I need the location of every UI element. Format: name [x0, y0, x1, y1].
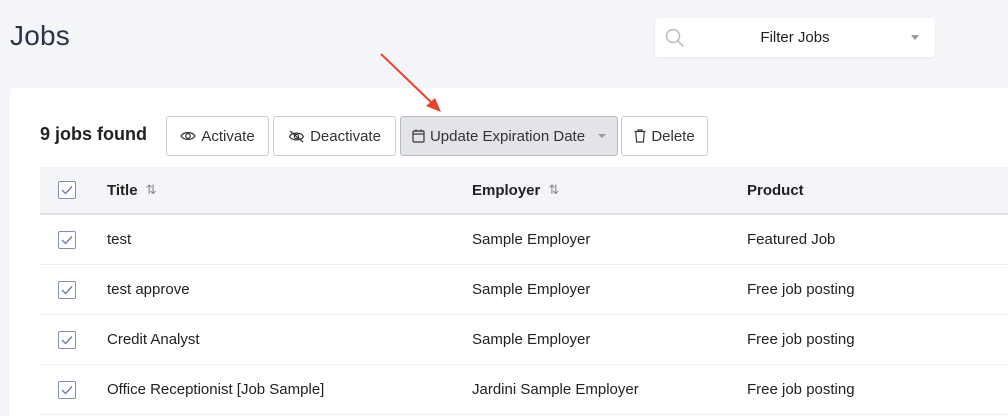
column-header-title-label: Title — [107, 181, 138, 199]
row-checkbox-cell — [58, 265, 76, 314]
job-title-cell[interactable]: test — [107, 215, 131, 264]
update-expiration-date-button[interactable]: Update Expiration Date — [400, 116, 618, 156]
column-header-product-label: Product — [747, 181, 804, 199]
product-cell: Featured Job — [747, 231, 836, 248]
table-row[interactable]: Credit Analyst Sample Employer Free job … — [40, 315, 1008, 365]
row-checkbox[interactable] — [58, 380, 76, 399]
deactivate-label: Deactivate — [310, 127, 381, 145]
column-header-employer-label: Employer — [472, 181, 541, 199]
job-title-cell[interactable]: Office Receptionist [Job Sample] — [107, 365, 324, 414]
filter-jobs-label: Filter Jobs — [760, 29, 830, 46]
table-row[interactable]: Office Receptionist [Job Sample] Jardini… — [40, 365, 1008, 415]
eye-icon — [180, 132, 196, 140]
update-expiration-date-label: Update Expiration Date — [429, 127, 586, 145]
check-icon — [61, 186, 73, 195]
deactivate-button[interactable]: Deactivate — [273, 116, 396, 156]
row-checkbox-cell — [58, 365, 76, 414]
select-all-checkbox[interactable] — [58, 181, 76, 199]
delete-label: Delete — [651, 127, 695, 145]
product-cell: Free job posting — [747, 331, 855, 348]
column-header-employer[interactable]: Employer ⇅ — [472, 167, 559, 213]
row-checkbox[interactable] — [58, 330, 76, 349]
chevron-down-icon — [911, 35, 919, 40]
employer-cell: Jardini Sample Employer — [472, 381, 639, 398]
check-icon — [61, 385, 73, 395]
row-checkbox[interactable] — [58, 230, 76, 249]
calendar-icon — [412, 129, 425, 143]
row-checkbox-cell — [58, 215, 76, 264]
check-icon — [61, 285, 73, 295]
trash-icon — [634, 129, 646, 143]
column-header-product: Product — [747, 167, 804, 213]
row-checkbox-cell — [58, 315, 76, 364]
sort-icon[interactable]: ⇅ — [548, 182, 559, 198]
column-header-title[interactable]: Title ⇅ — [107, 167, 156, 213]
delete-button[interactable]: Delete — [621, 116, 708, 156]
employer-cell: Sample Employer — [472, 231, 591, 248]
table-header: Title ⇅ Employer ⇅ Product — [40, 167, 1008, 215]
row-checkbox[interactable] — [58, 280, 76, 299]
product-cell: Free job posting — [747, 381, 855, 398]
page-title: Jobs — [10, 20, 70, 51]
eye-slash-icon — [288, 130, 305, 142]
product-cell: Free job posting — [747, 281, 855, 298]
chevron-down-icon — [598, 134, 607, 138]
jobs-table: Title ⇅ Employer ⇅ Product test Sample E… — [40, 167, 1008, 415]
job-title-cell[interactable]: Credit Analyst — [107, 315, 200, 364]
check-icon — [61, 235, 73, 245]
activate-button[interactable]: Activate — [166, 116, 269, 156]
employer-cell: Sample Employer — [472, 281, 591, 298]
jobs-card: 9 jobs found Activate Deactivate Update … — [10, 88, 1008, 416]
check-icon — [61, 335, 73, 345]
results-count: 9 jobs found — [40, 124, 147, 144]
employer-cell: Sample Employer — [472, 331, 591, 348]
sort-icon[interactable]: ⇅ — [146, 182, 157, 198]
table-row[interactable]: test Sample Employer Featured Job — [40, 215, 1008, 265]
job-title-cell[interactable]: test approve — [107, 265, 190, 314]
filter-jobs-dropdown[interactable]: Filter Jobs — [655, 18, 935, 57]
activate-label: Activate — [201, 127, 255, 145]
table-row[interactable]: test approve Sample Employer Free job po… — [40, 265, 1008, 315]
select-all-cell — [58, 167, 76, 213]
